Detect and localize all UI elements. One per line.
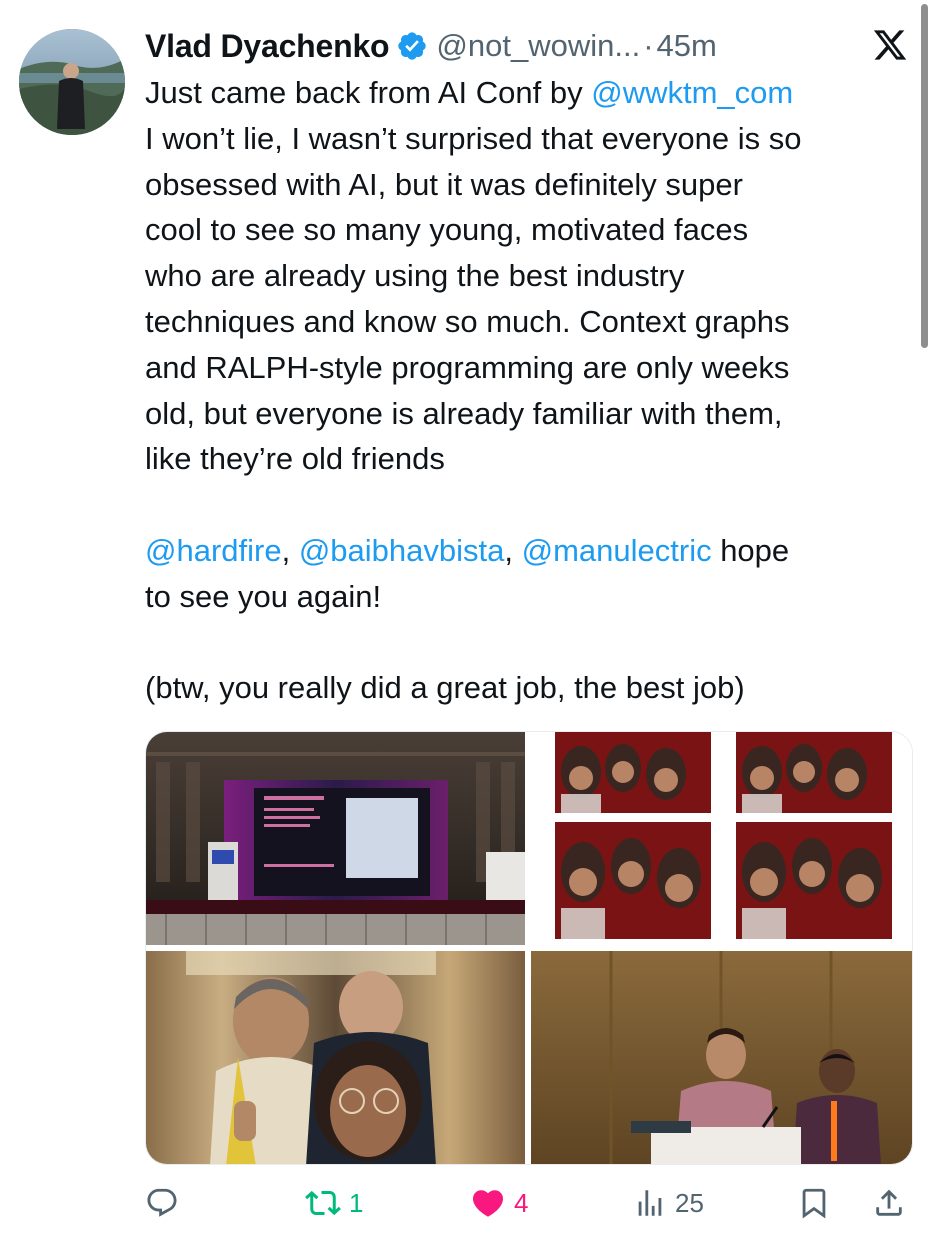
x-logo-icon[interactable]	[872, 27, 908, 63]
tweet-text-segment: techniques and know so much. Context gra…	[145, 303, 790, 339]
tweet-header: Vlad Dyachenko @not_wowin... · 45m	[145, 24, 717, 68]
avatar-image	[19, 29, 125, 135]
tweet-text-segment: cool to see so many young, motivated fac…	[145, 212, 749, 248]
separator: ·	[643, 28, 654, 63]
tweet-text-segment: hope	[711, 532, 790, 568]
timestamp[interactable]: 45m	[657, 28, 717, 64]
share-button[interactable]	[872, 1178, 906, 1228]
retweet-button[interactable]: 1	[305, 1178, 363, 1228]
views-icon	[633, 1186, 667, 1220]
views-count: 25	[675, 1187, 704, 1218]
tweet-line: @hardfire, @baibhavbista, @manulectric h…	[145, 528, 915, 574]
scrollbar[interactable]	[921, 4, 928, 348]
elevator-selfie-photo[interactable]	[146, 951, 525, 1164]
photobooth-strip-photo[interactable]	[531, 732, 912, 945]
share-icon	[872, 1186, 906, 1220]
heart-icon	[470, 1185, 506, 1221]
reply-button[interactable]	[145, 1178, 179, 1228]
tweet-text-segment: ,	[281, 532, 299, 568]
verified-badge-icon	[396, 30, 428, 62]
tweet-text-segment: and RALPH-style programming are only wee…	[145, 349, 790, 385]
mention-link[interactable]: @baibhavbista	[299, 533, 505, 568]
tweet-line: who are already using the best industry	[145, 253, 915, 299]
mention-link[interactable]: @manulectric	[522, 533, 712, 568]
reply-icon	[145, 1186, 179, 1220]
tweet-text-segment: like they’re old friends	[145, 441, 445, 477]
tweet-line: and RALPH-style programming are only wee…	[145, 345, 915, 391]
tweet-text-segment: old, but everyone is already familiar wi…	[145, 395, 783, 431]
tweet-text-segment: (btw, you really did a great job, the be…	[145, 670, 745, 706]
tweet-line: like they’re old friends	[145, 436, 915, 482]
conference-stage-photo[interactable]	[146, 732, 525, 945]
tweet-line: to see you again!	[145, 574, 915, 620]
tweet-line: techniques and know so much. Context gra…	[145, 299, 915, 345]
tweet-line: cool to see so many young, motivated fac…	[145, 207, 915, 253]
tweet-text-segment: ,	[504, 532, 522, 568]
tweet-line: obsessed with AI, but it was definitely …	[145, 162, 915, 208]
panel-speakers-photo[interactable]	[531, 951, 912, 1164]
tweet-line: (btw, you really did a great job, the be…	[145, 665, 915, 711]
bookmark-button[interactable]	[797, 1178, 831, 1228]
retweet-count: 1	[349, 1187, 364, 1218]
tweet-text-segment: to see you again!	[145, 578, 382, 614]
tweet-text: Just came back from AI Conf by @wwktm_co…	[145, 70, 915, 711]
bookmark-icon	[797, 1186, 831, 1220]
author-name[interactable]: Vlad Dyachenko	[145, 28, 390, 65]
like-button[interactable]: 4	[470, 1178, 528, 1228]
action-bar: 1 4 25	[145, 1178, 915, 1228]
tweet-line: I won’t lie, I wasn’t surprised that eve…	[145, 116, 915, 162]
media-grid	[145, 731, 913, 1165]
tweet-text-segment: obsessed with AI, but it was definitely …	[145, 166, 743, 202]
avatar[interactable]	[19, 29, 125, 135]
mention-link[interactable]: @hardfire	[145, 533, 282, 568]
author-handle[interactable]: @not_wowin...	[436, 28, 640, 64]
views-button[interactable]: 25	[633, 1178, 704, 1228]
tweet-text-segment: I won’t lie, I wasn’t surprised that eve…	[145, 120, 802, 156]
tweet-line: Just came back from AI Conf by @wwktm_co…	[145, 70, 915, 116]
like-count: 4	[514, 1187, 529, 1218]
mention-link[interactable]: @wwktm_com	[591, 75, 793, 110]
tweet-text-segment: who are already using the best industry	[145, 258, 685, 294]
tweet-text-segment: Just came back from AI Conf by	[145, 75, 592, 110]
retweet-icon	[305, 1185, 341, 1221]
tweet-line: old, but everyone is already familiar wi…	[145, 391, 915, 437]
